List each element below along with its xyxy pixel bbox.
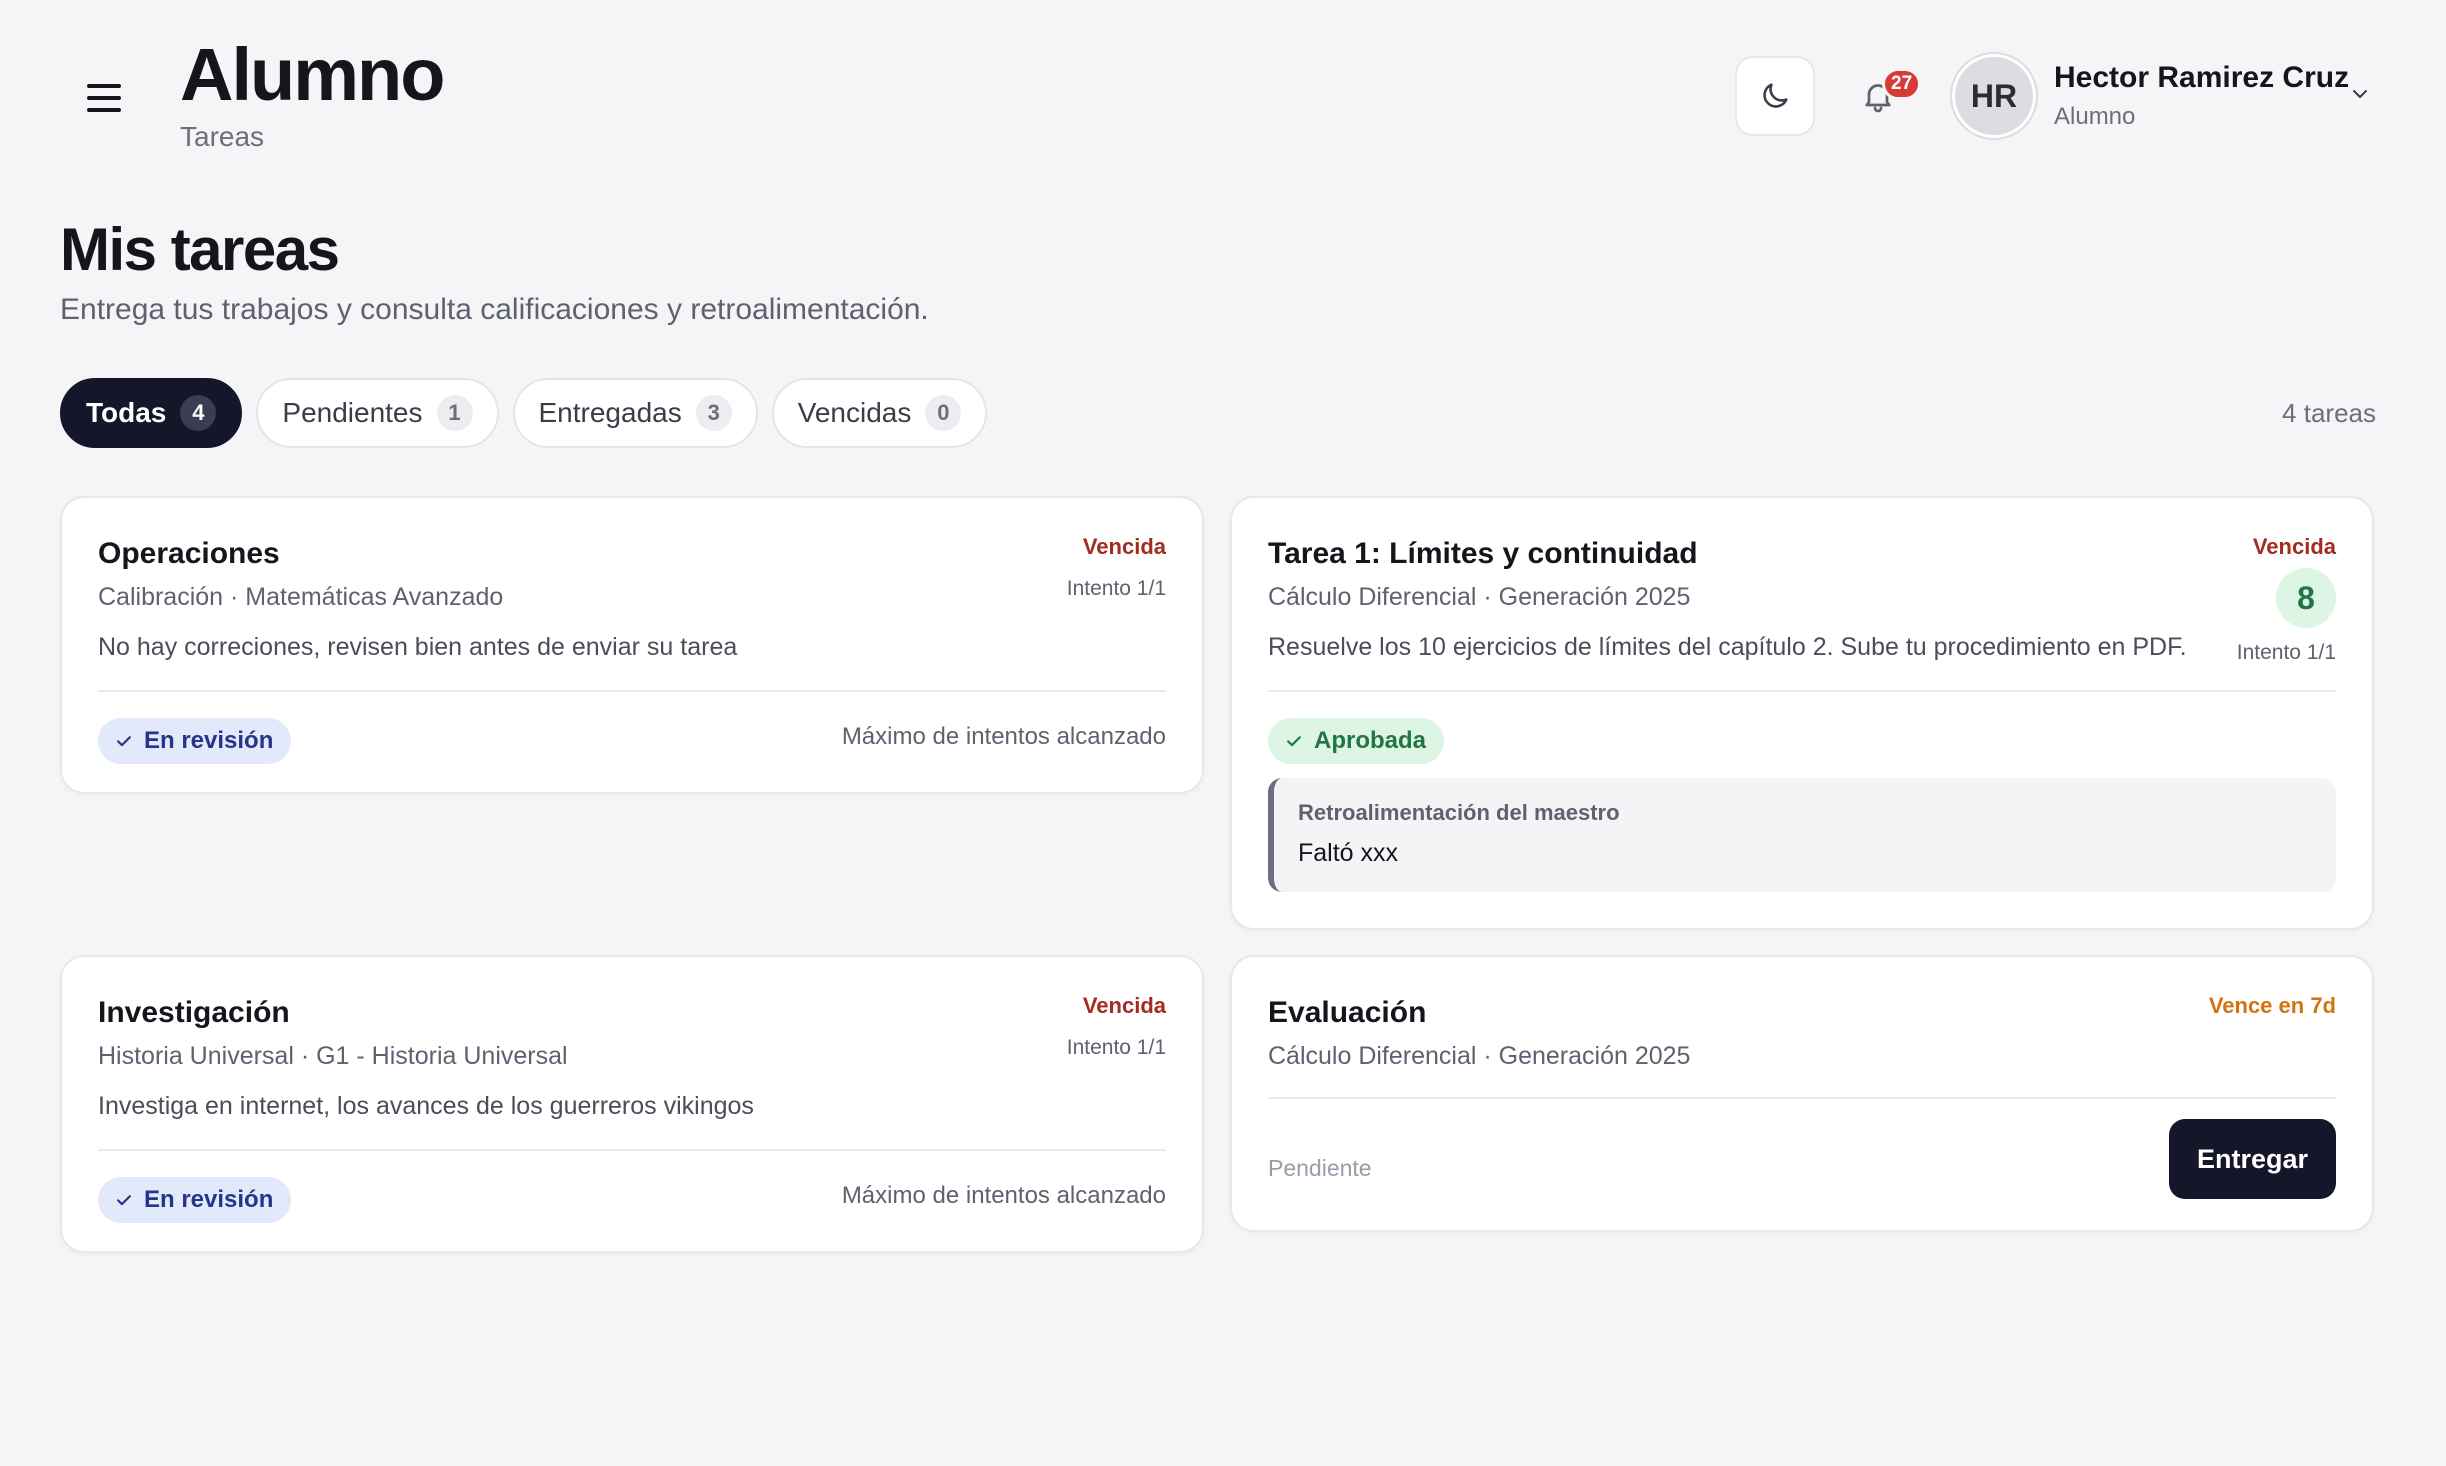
tasks-total: 4 tareas xyxy=(2282,398,2376,428)
avatar[interactable]: HR xyxy=(1952,54,2036,138)
tab-vencidas[interactable]: Vencidas 0 xyxy=(771,378,988,448)
check-icon xyxy=(117,1195,131,1206)
task-card-evaluacion[interactable]: Evaluación Cálculo Diferencial · Generac… xyxy=(1230,955,2374,1232)
tab-entregadas[interactable]: Entregadas 3 xyxy=(512,378,758,448)
status-badge: Aprobada xyxy=(1268,718,1445,764)
tab-pendientes[interactable]: Pendientes 1 xyxy=(256,378,499,448)
app: Alumno Tareas 27 HR Hector Ramirez Cruz … xyxy=(0,0,2446,1466)
status-badge-label: En revisión xyxy=(144,1186,274,1213)
tab-count: 3 xyxy=(695,395,732,431)
tab-label: Entregadas xyxy=(538,397,682,428)
task-card-tarea-1[interactable]: Tarea 1: Límites y continuidad Cálculo D… xyxy=(1230,496,2374,930)
moon-icon xyxy=(1763,83,1788,108)
task-meta: Cálculo Diferencial · Generación 2025 xyxy=(1268,583,1691,611)
attempts-note: Máximo de intentos alcanzado xyxy=(841,1182,1166,1209)
pending-label: Pendiente xyxy=(1268,1155,1372,1181)
user-menu-chevron-down-icon[interactable] xyxy=(2346,80,2374,108)
page-title: Mis tareas xyxy=(60,216,340,283)
task-status: Vencida xyxy=(1082,993,1166,1018)
check-icon xyxy=(117,736,131,747)
tab-count: 1 xyxy=(436,395,473,431)
tab-label: Vencidas xyxy=(797,397,912,428)
tab-label: Pendientes xyxy=(282,397,423,428)
grade-badge: 8 xyxy=(2276,568,2336,628)
task-meta: Cálculo Diferencial · Generación 2025 xyxy=(1268,1042,1691,1070)
status-badge: En revisión xyxy=(98,718,292,764)
task-attempt: Intento 1/1 xyxy=(1066,1036,1166,1059)
menu-button[interactable] xyxy=(78,72,130,124)
tab-count: 4 xyxy=(180,395,217,431)
top-header: Alumno Tareas 27 HR Hector Ramirez Cruz … xyxy=(0,0,2446,190)
user-role: Alumno xyxy=(2054,103,2136,130)
app-subtitle: Tareas xyxy=(180,121,265,152)
theme-toggle-button[interactable] xyxy=(1735,56,1815,136)
status-badge-label: Aprobada xyxy=(1314,727,1427,754)
user-name[interactable]: Hector Ramirez Cruz xyxy=(2054,58,2349,98)
task-card-operaciones[interactable]: Operaciones Calibración · Matemáticas Av… xyxy=(60,496,1204,794)
filter-tabs: Todas 4 Pendientes 1 Entregadas 3 Vencid… xyxy=(60,378,988,448)
menu-icon-bar xyxy=(87,96,121,100)
check-icon xyxy=(1287,736,1301,747)
task-title: Evaluación xyxy=(1268,996,1427,1029)
task-status: Vencida xyxy=(1082,534,1166,559)
feedback-label: Retroalimentación del maestro xyxy=(1298,800,1620,825)
task-title: Tarea 1: Límites y continuidad xyxy=(1268,537,1698,570)
task-description: No hay correciones, revisen bien antes d… xyxy=(98,633,738,661)
task-meta: Calibración · Matemáticas Avanzado xyxy=(98,583,504,611)
tab-todas[interactable]: Todas 4 xyxy=(60,378,243,448)
task-status: Vencida xyxy=(2252,534,2336,559)
task-title: Investigación xyxy=(98,996,290,1029)
notifications-button[interactable]: 27 xyxy=(1838,56,1922,136)
task-title: Operaciones xyxy=(98,537,280,570)
divider xyxy=(1268,690,2336,692)
task-meta: Historia Universal · G1 - Historia Unive… xyxy=(98,1042,568,1070)
attempts-note: Máximo de intentos alcanzado xyxy=(841,723,1166,750)
page-subtitle: Entrega tus trabajos y consulta califica… xyxy=(60,293,929,326)
chevron-down-icon xyxy=(2353,90,2367,98)
teacher-feedback: Retroalimentación del maestro Faltó xxx xyxy=(1268,778,2336,892)
divider xyxy=(98,690,1166,692)
status-badge-label: En revisión xyxy=(144,727,274,754)
submit-button[interactable]: Entregar xyxy=(2168,1119,2336,1199)
tab-label: Todas xyxy=(86,397,167,428)
menu-icon-bar xyxy=(87,108,121,112)
task-description: Resuelve los 10 ejercicios de límites de… xyxy=(1268,633,2187,661)
divider xyxy=(1268,1097,2336,1099)
task-attempt: Intento 1/1 xyxy=(1066,577,1166,600)
menu-icon-bar xyxy=(87,84,121,88)
task-status: Vence en 7d xyxy=(2208,993,2336,1018)
task-description: Investiga en internet, los avances de lo… xyxy=(98,1092,754,1120)
task-card-investigacion[interactable]: Investigación Historia Universal · G1 - … xyxy=(60,955,1204,1253)
tab-count: 0 xyxy=(925,395,962,431)
app-title: Alumno xyxy=(180,33,445,116)
feedback-text: Faltó xxx xyxy=(1298,839,1399,867)
notification-count-badge: 27 xyxy=(1882,68,1922,100)
task-attempt: Intento 1/1 xyxy=(2236,641,2336,664)
status-badge: En revisión xyxy=(98,1177,292,1223)
divider xyxy=(98,1149,1166,1151)
